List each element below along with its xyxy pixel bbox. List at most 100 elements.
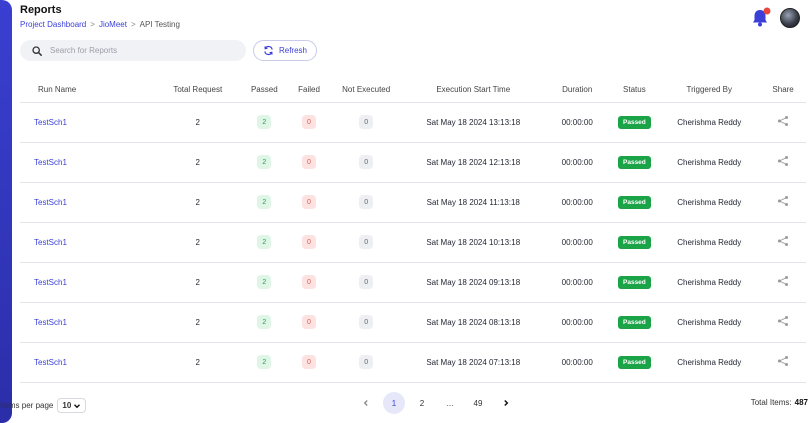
run-name-link[interactable]: TestSch1 — [34, 198, 67, 207]
column-header-passed[interactable]: Passed — [240, 78, 289, 103]
run-name-link[interactable]: TestSch1 — [34, 158, 67, 167]
failed-count-badge: 0 — [302, 195, 316, 209]
breadcrumb-separator: > — [130, 20, 136, 29]
share-cell — [760, 142, 806, 182]
passed-count-badge: 2 — [257, 115, 272, 129]
items-per-page-select[interactable]: 10 — [57, 398, 87, 413]
search-bar[interactable] — [20, 40, 246, 61]
duration-cell: 00:00:00 — [561, 197, 593, 207]
refresh-label: Refresh — [278, 46, 307, 55]
failed-count-badge: 0 — [302, 275, 316, 289]
table-row: TestSch1 2 2 0 0 Sat May 18 2024 13:13:18 00:0… — [20, 102, 806, 142]
share-icon[interactable] — [777, 236, 789, 249]
search-input[interactable] — [50, 46, 230, 55]
status-badge: Passed — [618, 155, 651, 169]
failed-cell: 0 — [288, 142, 330, 182]
column-header-duration[interactable]: Duration — [543, 78, 611, 103]
page-ellipsis: ... — [446, 398, 454, 408]
share-cell — [760, 262, 806, 302]
prev-page-button[interactable] — [355, 392, 377, 414]
failed-cell: 0 — [288, 302, 330, 342]
not-executed-cell: 0 — [330, 222, 403, 262]
share-icon[interactable] — [777, 276, 789, 289]
status-cell: Passed — [610, 222, 658, 262]
total-request-cell: 2 — [195, 117, 200, 127]
passed-cell: 2 — [240, 302, 288, 342]
breadcrumb-current: API Testing — [139, 20, 180, 29]
failed-cell: 0 — [288, 262, 330, 302]
page-49-button[interactable]: 49 — [467, 392, 489, 414]
share-icon[interactable] — [777, 356, 789, 369]
not-executed-count-badge: 0 — [359, 155, 374, 169]
not-executed-cell: 0 — [330, 142, 403, 182]
duration-cell: 00:00:00 — [561, 357, 593, 367]
breadcrumb-project-dashboard[interactable]: Project Dashboard — [20, 20, 86, 29]
chevron-left-icon — [363, 400, 368, 406]
duration-cell: 00:00:00 — [561, 157, 593, 167]
run-name-link[interactable]: TestSch1 — [34, 278, 67, 287]
run-name-link[interactable]: TestSch1 — [34, 118, 67, 127]
user-avatar[interactable] — [780, 8, 800, 28]
reports-table: Run Name Total Request Passed Failed Not… — [20, 78, 806, 383]
search-icon — [32, 45, 42, 56]
passed-count-badge: 2 — [257, 195, 272, 209]
run-name-cell: TestSch1 — [20, 262, 155, 302]
column-header-execution-start-time[interactable]: Execution Start Time — [402, 78, 544, 103]
not-executed-cell: 0 — [330, 342, 403, 382]
column-header-failed[interactable]: Failed — [288, 78, 330, 103]
column-header-run-name[interactable]: Run Name — [20, 78, 156, 103]
status-badge: Passed — [618, 315, 651, 329]
not-executed-count-badge: 0 — [359, 115, 374, 129]
total-request-cell: 2 — [195, 277, 200, 287]
column-header-total-request[interactable]: Total Request — [155, 78, 241, 103]
total-request-cell: 2 — [195, 357, 200, 367]
notification-button[interactable] — [750, 7, 771, 28]
notification-dot — [763, 7, 771, 15]
column-header-status[interactable]: Status — [610, 78, 659, 103]
pagination: 1 2 ... 49 — [355, 392, 517, 414]
table-row: TestSch1 2 2 0 0 Sat May 18 2024 08:13:18 00:0… — [20, 302, 806, 342]
share-cell — [760, 342, 806, 382]
failed-count-badge: 0 — [302, 235, 316, 249]
passed-cell: 2 — [240, 142, 288, 182]
share-icon[interactable] — [777, 196, 789, 209]
status-badge: Passed — [618, 115, 651, 129]
run-name-cell: TestSch1 — [20, 222, 155, 262]
status-cell: Passed — [610, 102, 658, 142]
execution-start-time-cell: Sat May 18 2024 10:13:18 — [426, 237, 521, 247]
run-name-link[interactable]: TestSch1 — [34, 358, 67, 367]
execution-start-time-cell: Sat May 18 2024 11:13:18 — [426, 197, 520, 207]
next-page-button[interactable] — [495, 392, 517, 414]
failed-count-badge: 0 — [302, 115, 316, 129]
total-request-cell: 2 — [195, 317, 200, 327]
refresh-icon — [264, 45, 273, 56]
failed-cell: 0 — [288, 342, 330, 382]
not-executed-count-badge: 0 — [359, 355, 374, 369]
run-name-link[interactable]: TestSch1 — [34, 318, 67, 327]
breadcrumb-separator: > — [90, 20, 95, 29]
page-2-button[interactable]: 2 — [411, 392, 433, 414]
total-request-cell: 2 — [195, 197, 200, 207]
run-name-link[interactable]: TestSch1 — [34, 238, 67, 247]
share-icon[interactable] — [777, 316, 789, 329]
passed-cell: 2 — [240, 222, 288, 262]
execution-start-time-cell: Sat May 18 2024 07:13:18 — [426, 357, 521, 367]
left-sidebar-rail — [0, 0, 12, 423]
failed-cell: 0 — [288, 182, 330, 222]
breadcrumb-project[interactable]: JioMeet — [99, 20, 127, 29]
passed-count-badge: 2 — [257, 315, 272, 329]
share-icon[interactable] — [777, 116, 789, 129]
refresh-button[interactable]: Refresh — [253, 40, 317, 61]
page-1-button[interactable]: 1 — [383, 392, 405, 414]
share-icon[interactable] — [777, 156, 789, 169]
table-row: TestSch1 2 2 0 0 Sat May 18 2024 11:13:18 00:0… — [20, 182, 806, 222]
passed-count-badge: 2 — [257, 235, 272, 249]
column-header-triggered-by[interactable]: Triggered By — [658, 78, 761, 103]
status-badge: Passed — [618, 355, 651, 369]
triggered-by-cell: Cherishma Reddy — [677, 157, 742, 167]
share-cell — [760, 222, 806, 262]
share-cell — [760, 182, 806, 222]
passed-cell: 2 — [240, 182, 288, 222]
not-executed-count-badge: 0 — [359, 275, 374, 289]
column-header-not-executed[interactable]: Not Executed — [329, 78, 403, 103]
